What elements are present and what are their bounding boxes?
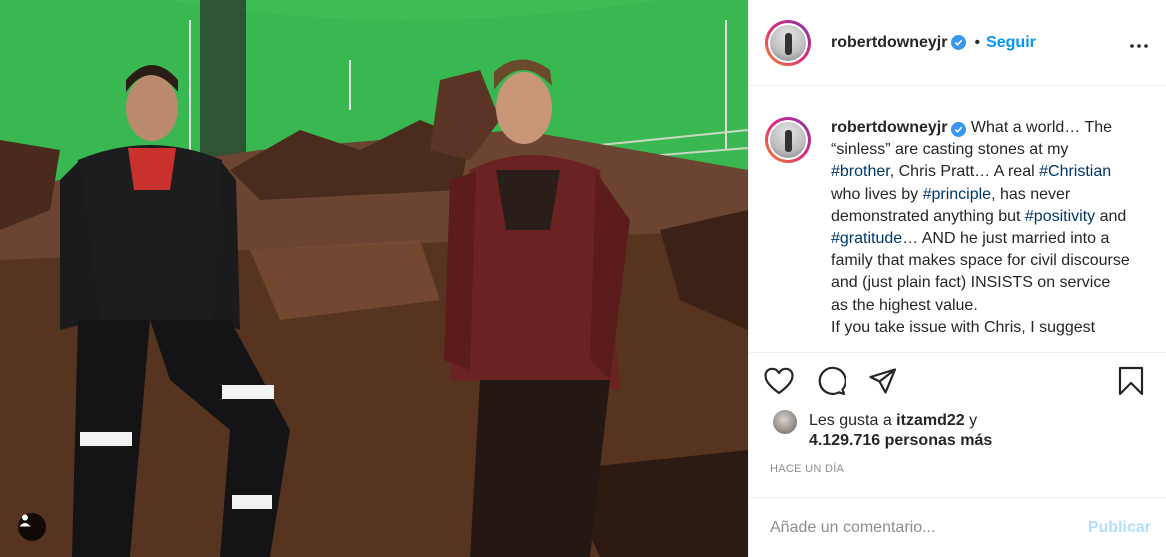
header-username[interactable]: robertdowneyjr [831, 34, 947, 52]
more-options-button[interactable] [1127, 32, 1151, 56]
verified-badge-icon [951, 122, 967, 137]
action-bar [749, 352, 1166, 412]
save-button[interactable] [1115, 366, 1147, 401]
caption-segment: , Chris Pratt… A real [889, 163, 1040, 181]
bookmark-icon [1118, 366, 1144, 401]
caption-text: robertdowneyjr What a world… The “sinles… [831, 117, 1131, 352]
liker-username[interactable]: itzamd22 [896, 412, 964, 429]
user-tag-button[interactable] [18, 513, 46, 541]
comment-input[interactable] [770, 518, 1088, 537]
caption-segment: If you take issue with Chris, I suggest [831, 318, 1096, 336]
caption-username[interactable]: robertdowneyjr [831, 119, 947, 136]
comment-icon [816, 366, 847, 401]
send-icon [869, 367, 897, 399]
share-button[interactable] [867, 367, 899, 399]
header-separator: • [974, 33, 981, 51]
likes-suffix: y [964, 412, 978, 429]
hashtag-link[interactable]: #gratitude [831, 230, 902, 247]
post-header: robertdowneyjr • Seguir [749, 0, 1166, 86]
caption-segment: who lives by [831, 185, 923, 203]
avatar-image [770, 122, 806, 158]
hashtag-link[interactable]: #principle [923, 186, 991, 203]
photo-scene [0, 0, 748, 557]
comment-bar: Publicar [749, 497, 1166, 557]
hashtag-link[interactable]: #positivity [1025, 208, 1095, 225]
caption-avatar[interactable] [765, 117, 811, 163]
comment-button[interactable] [815, 366, 847, 401]
follow-button[interactable]: Seguir [986, 34, 1036, 52]
likes-summary: Les gusta a itzamd22 y [809, 412, 977, 430]
post-modal: robertdowneyjr • Seguir robertdowneyjr W… [0, 0, 1166, 557]
avatar-image [770, 24, 806, 61]
hashtag-link[interactable]: #brother [831, 163, 890, 180]
post-timestamp[interactable]: HACE UN DÍA [770, 463, 844, 475]
header-avatar[interactable] [765, 19, 811, 66]
caption-section: robertdowneyjr What a world… The “sinles… [749, 87, 1166, 352]
hashtag-link[interactable]: #Christian [1039, 163, 1111, 180]
verified-badge-icon [951, 35, 967, 50]
likes-count[interactable]: 4.129.716 personas más [809, 432, 992, 450]
likes-prefix: Les gusta a [809, 412, 897, 429]
publish-button[interactable]: Publicar [1088, 519, 1151, 537]
like-button[interactable] [763, 367, 795, 399]
post-photo[interactable] [0, 0, 748, 557]
caption-segment: and [1095, 207, 1127, 225]
heart-icon [764, 367, 794, 400]
liker-avatar[interactable] [773, 410, 797, 434]
post-sidebar: robertdowneyjr • Seguir robertdowneyjr W… [748, 0, 1166, 557]
more-options-icon [1130, 35, 1148, 53]
